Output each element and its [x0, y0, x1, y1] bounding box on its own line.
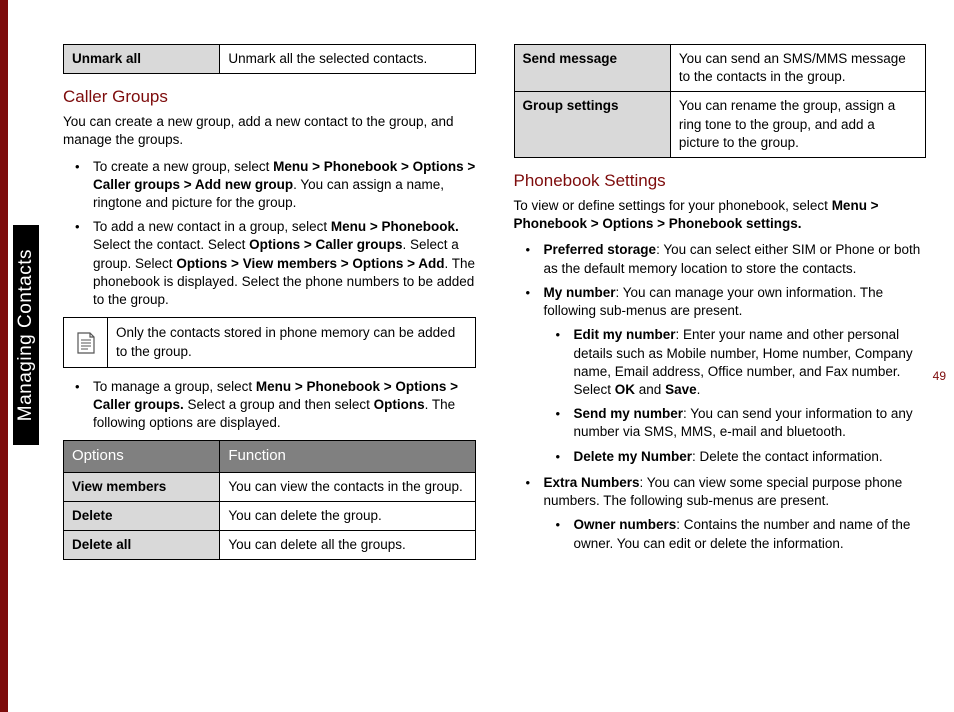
manage-group-list: To manage a group, select Menu > Phonebo…: [63, 378, 476, 433]
table-row: Group settings You can rename the group,…: [514, 92, 926, 158]
table-row: Send message You can send an SMS/MMS mes…: [514, 45, 926, 92]
header-function: Function: [220, 441, 475, 472]
right-column: Send message You can send an SMS/MMS mes…: [514, 40, 927, 692]
phonebook-settings-list: Preferred storage: You can select either…: [514, 241, 927, 552]
list-item: To manage a group, select Menu > Phonebo…: [63, 378, 476, 433]
table-row: View members You can view the contacts i…: [64, 472, 476, 501]
left-column: Unmark all Unmark all the selected conta…: [63, 40, 476, 692]
unmark-table: Unmark all Unmark all the selected conta…: [63, 44, 476, 74]
list-item: To add a new contact in a group, select …: [63, 218, 476, 309]
cell-desc: You can delete all the groups.: [220, 531, 475, 560]
list-item: Send my number: You can send your inform…: [544, 405, 927, 441]
edge-accent-bar: [0, 0, 8, 712]
section-tab: Managing Contacts: [13, 225, 39, 445]
note-icon: [64, 318, 108, 366]
list-item: Edit my number: Enter your name and othe…: [544, 326, 927, 399]
cell-desc: You can view the contacts in the group.: [220, 472, 475, 501]
cell-label: View members: [64, 472, 220, 501]
list-item: My number: You can manage your own infor…: [514, 284, 927, 466]
note-text: Only the contacts stored in phone memory…: [108, 318, 475, 366]
table-row: Delete You can delete the group.: [64, 501, 476, 530]
cell-desc: You can rename the group, assign a ring …: [670, 92, 925, 158]
table-header-row: Options Function: [64, 441, 476, 472]
heading-phonebook-settings: Phonebook Settings: [514, 170, 927, 193]
table-row: Unmark all Unmark all the selected conta…: [64, 45, 476, 74]
phonebook-settings-intro: To view or define settings for your phon…: [514, 197, 927, 233]
list-item: Delete my Number: Delete the contact inf…: [544, 448, 927, 466]
header-options: Options: [64, 441, 220, 472]
cell-label: Delete all: [64, 531, 220, 560]
cell-label: Delete: [64, 501, 220, 530]
cell-label: Send message: [514, 45, 670, 92]
list-item: Owner numbers: Contains the number and n…: [544, 516, 927, 552]
cell-desc: You can delete the group.: [220, 501, 475, 530]
table-row: Delete all You can delete all the groups…: [64, 531, 476, 560]
options-table: Options Function View members You can vi…: [63, 440, 476, 560]
caller-groups-intro: You can create a new group, add a new co…: [63, 113, 476, 149]
my-number-sublist: Edit my number: Enter your name and othe…: [544, 326, 927, 466]
cell-desc: Unmark all the selected contacts.: [220, 45, 475, 74]
cell-desc: You can send an SMS/MMS message to the c…: [670, 45, 925, 92]
list-item: Preferred storage: You can select either…: [514, 241, 927, 277]
caller-groups-list: To create a new group, select Menu > Pho…: [63, 158, 476, 310]
heading-caller-groups: Caller Groups: [63, 86, 476, 109]
group-options-table: Send message You can send an SMS/MMS mes…: [514, 44, 927, 158]
cell-label: Group settings: [514, 92, 670, 158]
cell-label: Unmark all: [64, 45, 220, 74]
extra-numbers-sublist: Owner numbers: Contains the number and n…: [544, 516, 927, 552]
note-box: Only the contacts stored in phone memory…: [63, 317, 476, 367]
page-content: 49 Unmark all Unmark all the selected co…: [63, 40, 926, 692]
list-item: To create a new group, select Menu > Pho…: [63, 158, 476, 213]
list-item: Extra Numbers: You can view some special…: [514, 474, 927, 553]
section-tab-label: Managing Contacts: [13, 249, 39, 421]
page-number: 49: [933, 368, 946, 384]
